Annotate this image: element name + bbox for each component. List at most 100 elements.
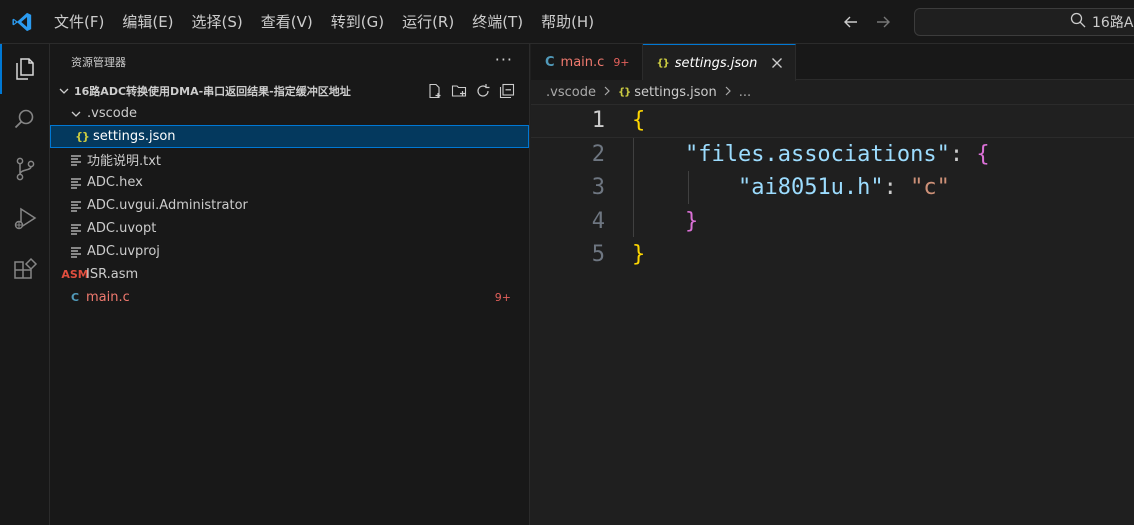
menu-selection[interactable]: 选择(S) [183, 0, 252, 44]
activity-bar [0, 44, 50, 525]
tree-file-adc-uvproj[interactable]: ADC.uvproj [50, 240, 529, 263]
line-number: 3 [591, 175, 605, 201]
c-icon: C [545, 54, 555, 70]
tree-item-label: settings.json [93, 129, 176, 144]
brace: } [632, 242, 646, 268]
workspace-folder-name: 16路ADC转换使用DMA-串口返回结果-指定缓冲区地址 [74, 85, 351, 98]
tree-file-isr-asm[interactable]: ASM ISR.asm [50, 263, 529, 286]
tab-label: main.c [560, 54, 605, 70]
editor-tabs: C main.c 9+ {} settings.json [531, 44, 1134, 81]
new-file-icon[interactable] [427, 83, 443, 99]
text-file-icon [68, 246, 84, 258]
code-line: 2 "files.associations": { [531, 138, 1134, 172]
tree-file-readme-txt[interactable]: 功能说明.txt [50, 148, 529, 171]
collapse-all-icon[interactable] [499, 83, 515, 99]
breadcrumb-file[interactable]: settings.json [634, 85, 717, 100]
command-center-label: 16路A [1092, 15, 1134, 31]
tab-problems-badge: 9+ [613, 55, 630, 69]
line-number: 5 [591, 242, 605, 268]
explorer-icon[interactable] [0, 44, 50, 94]
colon: : [883, 175, 911, 201]
code-line: 5 } [531, 238, 1134, 272]
tree-item-label: ISR.asm [86, 267, 139, 282]
chevron-right-icon [723, 85, 733, 100]
text-file-icon [68, 177, 84, 189]
forward-arrow-icon[interactable] [874, 13, 892, 31]
tree-file-settings-json[interactable]: {} settings.json [50, 125, 529, 148]
code-editor[interactable]: 1 { 2 "files.associations": { 3 "ai8051u… [531, 104, 1134, 272]
folder-actions [427, 80, 515, 102]
menu-bar: 文件(F) 编辑(E) 选择(S) 查看(V) 转到(G) 运行(R) 终端(T… [44, 0, 603, 44]
tree-item-label: ADC.hex [87, 175, 143, 190]
run-debug-icon[interactable] [0, 194, 50, 244]
menu-run[interactable]: 运行(R) [393, 0, 463, 44]
tree-item-label: ADC.uvproj [87, 244, 160, 259]
code-text: { [632, 108, 645, 133]
command-center-search[interactable]: 16路A [914, 8, 1134, 36]
tree-folder-vscode[interactable]: .vscode [50, 102, 529, 125]
explorer-header: 资源管理器 ··· [50, 44, 529, 80]
menu-edit[interactable]: 编辑(E) [113, 0, 182, 44]
colon: : [949, 141, 977, 167]
navigation-arrows [842, 0, 892, 44]
code-line: 4 } [531, 205, 1134, 239]
tree-file-main-c[interactable]: C main.c 9+ [50, 286, 529, 309]
line-number: 4 [591, 208, 605, 234]
tree-file-adc-uvgui[interactable]: ADC.uvgui.Administrator [50, 194, 529, 217]
new-folder-icon[interactable] [451, 83, 467, 99]
breadcrumb: .vscode {} settings.json ... [531, 80, 1134, 104]
json-icon: {} [617, 86, 631, 98]
code-text: } [632, 242, 645, 267]
source-control-icon[interactable] [0, 144, 50, 194]
vscode-logo-icon [0, 0, 44, 44]
asm-icon: ASM [61, 268, 89, 281]
close-icon[interactable] [771, 57, 783, 69]
tree-item-label: ADC.uvopt [87, 221, 157, 236]
json-icon: {} [75, 130, 90, 143]
tree-item-label: .vscode [87, 106, 137, 121]
tree-item-label: main.c [86, 290, 130, 305]
text-file-icon [68, 200, 84, 212]
refresh-icon[interactable] [475, 83, 491, 99]
chevron-right-icon [602, 85, 612, 100]
tree-file-adc-uvopt[interactable]: ADC.uvopt [50, 217, 529, 240]
brace: { [632, 108, 646, 134]
explorer-title: 资源管理器 [71, 56, 126, 69]
workspace-folder-header[interactable]: 16路ADC转换使用DMA-串口返回结果-指定缓冲区地址 [50, 80, 529, 102]
back-arrow-icon[interactable] [842, 13, 860, 31]
menu-file[interactable]: 文件(F) [44, 0, 113, 44]
json-key: "ai8051u.h" [737, 175, 884, 201]
problems-badge: 9+ [494, 291, 511, 304]
more-actions-icon[interactable]: ··· [495, 50, 513, 69]
code-text: "ai8051u.h": "c" [632, 175, 950, 200]
text-file-icon [68, 223, 84, 235]
editor-area: C main.c 9+ {} settings.json .vscode {} … [531, 44, 1134, 525]
c-icon: C [70, 291, 80, 304]
tab-label: settings.json [674, 55, 758, 71]
menu-go[interactable]: 转到(G) [322, 0, 393, 44]
code-text: "files.associations": { [632, 142, 990, 167]
brace: } [684, 208, 699, 234]
menu-view[interactable]: 查看(V) [252, 0, 322, 44]
explorer-sidebar: 资源管理器 ··· 16路ADC转换使用DMA-串口返回结果-指定缓冲区地址 .… [50, 44, 530, 525]
text-file-icon [68, 154, 84, 166]
brace: { [976, 141, 990, 167]
extensions-icon[interactable] [0, 244, 50, 294]
code-line: 3 "ai8051u.h": "c" [531, 171, 1134, 205]
chevron-down-icon [54, 85, 74, 97]
menu-terminal[interactable]: 终端(T) [463, 0, 532, 44]
breadcrumb-folder[interactable]: .vscode [546, 85, 596, 100]
tree-file-adc-hex[interactable]: ADC.hex [50, 171, 529, 194]
code-text: } [632, 209, 698, 234]
tree-item-label: ADC.uvgui.Administrator [87, 198, 248, 213]
search-icon[interactable] [0, 94, 50, 144]
tab-settings-json[interactable]: {} settings.json [642, 44, 797, 81]
breadcrumb-more[interactable]: ... [739, 85, 751, 100]
line-number: 2 [591, 141, 605, 167]
json-string: "c" [910, 175, 950, 201]
search-icon [1070, 12, 1086, 32]
chevron-down-icon [68, 108, 84, 120]
menu-help[interactable]: 帮助(H) [532, 0, 603, 44]
json-icon: {} [656, 57, 670, 69]
tab-main-c[interactable]: C main.c 9+ [531, 44, 643, 80]
